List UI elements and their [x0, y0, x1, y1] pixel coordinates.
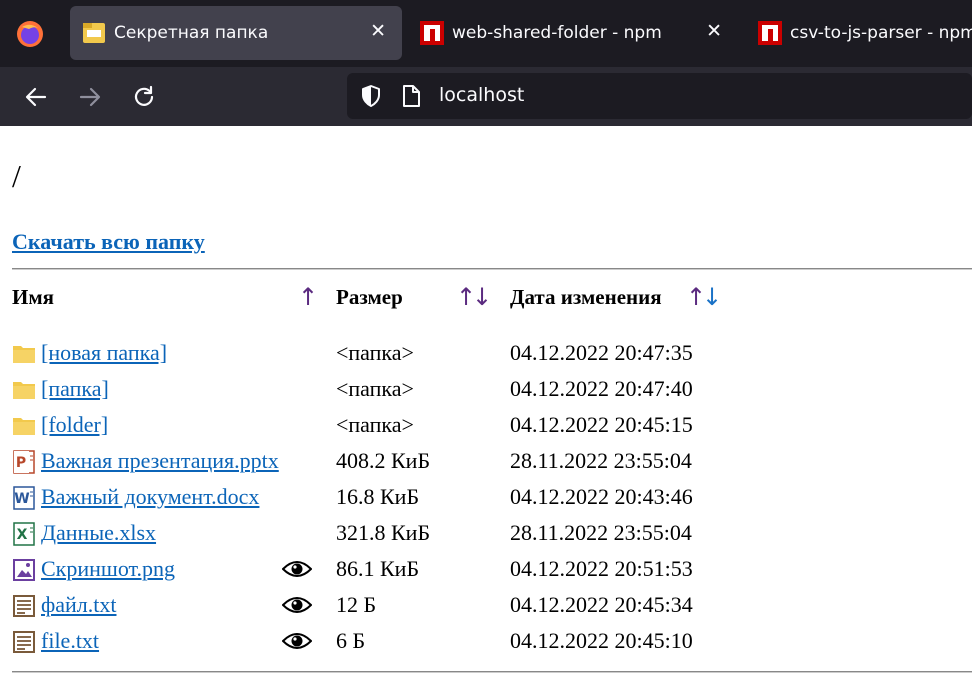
tab-secret-folder[interactable]: Секретная папка ✕: [70, 6, 402, 60]
file-name-link[interactable]: [папка]: [41, 376, 109, 402]
file-row: W Важный документ.docx 16.8 КиБ 04.12.2022 …: [0, 480, 972, 516]
file-date: 04.12.2022 20:45:15: [510, 412, 693, 437]
firefox-icon[interactable]: [14, 18, 46, 50]
tab-title: csv-to-js-parser - npm: [790, 23, 972, 43]
folder-icon: [83, 23, 105, 43]
file-name-link[interactable]: Скриншот.png: [41, 556, 175, 582]
file-row: X Данные.xlsx 321.8 КиБ 28.11.2022 23:55:04: [0, 516, 972, 552]
page-icon[interactable]: [401, 85, 421, 107]
file-date: 04.12.2022 20:45:34: [510, 592, 693, 617]
text-file-icon: [12, 594, 36, 618]
close-tab-icon[interactable]: ✕: [706, 20, 722, 42]
back-arrow-icon: [25, 87, 47, 107]
file-name-link[interactable]: Важная презентация.pptx: [41, 448, 279, 474]
text-file-icon: [12, 630, 36, 654]
sort-name-up-icon[interactable]: ↑: [298, 283, 318, 311]
divider: [12, 268, 972, 270]
divider: [12, 671, 972, 673]
powerpoint-icon: P: [12, 450, 36, 474]
file-row: P Важная презентация.pptx 408.2 КиБ 28.11.2…: [0, 444, 972, 480]
file-name-link[interactable]: файл.txt: [41, 592, 117, 618]
back-button[interactable]: [20, 81, 52, 113]
file-size: <папка>: [336, 376, 414, 401]
file-size: 12 Б: [336, 592, 377, 617]
tab-title: web-shared-folder - npm: [452, 23, 662, 43]
file-date: 04.12.2022 20:47:35: [510, 340, 693, 365]
tab-csv-to-js-parser[interactable]: csv-to-js-parser - npm: [746, 6, 972, 60]
preview-eye-icon[interactable]: [281, 630, 313, 652]
file-row: [folder] <папка> 04.12.2022 20:45:15: [0, 408, 972, 444]
url-bar[interactable]: localhost: [347, 73, 972, 119]
file-name-link[interactable]: Данные.xlsx: [41, 520, 156, 546]
tab-title: Секретная папка: [114, 23, 269, 43]
forward-arrow-icon: [79, 87, 101, 107]
file-date: 04.12.2022 20:47:40: [510, 376, 693, 401]
page-path: /: [12, 158, 21, 194]
download-folder-link[interactable]: Скачать всю папку: [12, 229, 205, 255]
svg-text:X: X: [17, 527, 28, 543]
file-size: 86.1 КиБ: [336, 556, 420, 581]
file-name-link[interactable]: [folder]: [41, 412, 108, 438]
folder-icon: [12, 378, 36, 402]
close-tab-icon[interactable]: ✕: [370, 20, 386, 42]
file-size: 16.8 КиБ: [336, 484, 420, 509]
file-date: 04.12.2022 20:51:53: [510, 556, 693, 581]
file-date: 28.11.2022 23:55:04: [510, 520, 692, 545]
excel-icon: X: [12, 522, 36, 546]
tab-bar: Секретная папка ✕ web-shared-folder - np…: [0, 0, 972, 67]
word-icon: W: [12, 486, 36, 510]
image-file-icon: [12, 558, 36, 582]
forward-button[interactable]: [74, 81, 106, 113]
file-date: 04.12.2022 20:43:46: [510, 484, 693, 509]
file-date: 28.11.2022 23:55:04: [510, 448, 692, 473]
folder-icon: [12, 414, 36, 438]
sort-date-down-icon[interactable]: ↓: [702, 283, 722, 311]
file-row: Скриншот.png 86.1 КиБ 04.12.2022 20:51:53: [0, 552, 972, 588]
tab-web-shared-folder[interactable]: web-shared-folder - npm ✕: [408, 6, 744, 60]
file-size: 6 Б: [336, 628, 366, 653]
header-date[interactable]: Дата изменения: [510, 285, 662, 310]
svg-text:W: W: [14, 491, 29, 507]
reload-icon: [134, 85, 154, 106]
svg-text:P: P: [16, 455, 26, 471]
preview-eye-icon[interactable]: [281, 594, 313, 616]
file-name-link[interactable]: [новая папка]: [41, 340, 167, 366]
npm-icon: [420, 21, 444, 45]
file-name-link[interactable]: file.txt: [41, 628, 99, 654]
url-text[interactable]: localhost: [439, 84, 524, 106]
header-name[interactable]: Имя: [12, 285, 54, 310]
file-row: [папка] <папка> 04.12.2022 20:47:40: [0, 372, 972, 408]
shield-icon[interactable]: [359, 84, 383, 108]
file-date: 04.12.2022 20:45:10: [510, 628, 693, 653]
preview-eye-icon[interactable]: [281, 558, 313, 580]
file-row: файл.txt 12 Б 04.12.2022 20:45:34: [0, 588, 972, 624]
file-row: file.txt 6 Б 04.12.2022 20:45:10: [0, 624, 972, 660]
file-row: [новая папка] <папка> 04.12.2022 20:47:35: [0, 336, 972, 372]
file-name-link[interactable]: Важный документ.docx: [41, 484, 259, 510]
file-size: <папка>: [336, 340, 414, 365]
sort-size-down-icon[interactable]: ↓: [472, 283, 492, 311]
file-size: 408.2 КиБ: [336, 448, 431, 473]
reload-button[interactable]: [128, 81, 160, 113]
folder-icon: [12, 342, 36, 366]
file-size: 321.8 КиБ: [336, 520, 431, 545]
header-size[interactable]: Размер: [336, 285, 403, 310]
file-size: <папка>: [336, 412, 414, 437]
npm-icon: [758, 21, 782, 45]
